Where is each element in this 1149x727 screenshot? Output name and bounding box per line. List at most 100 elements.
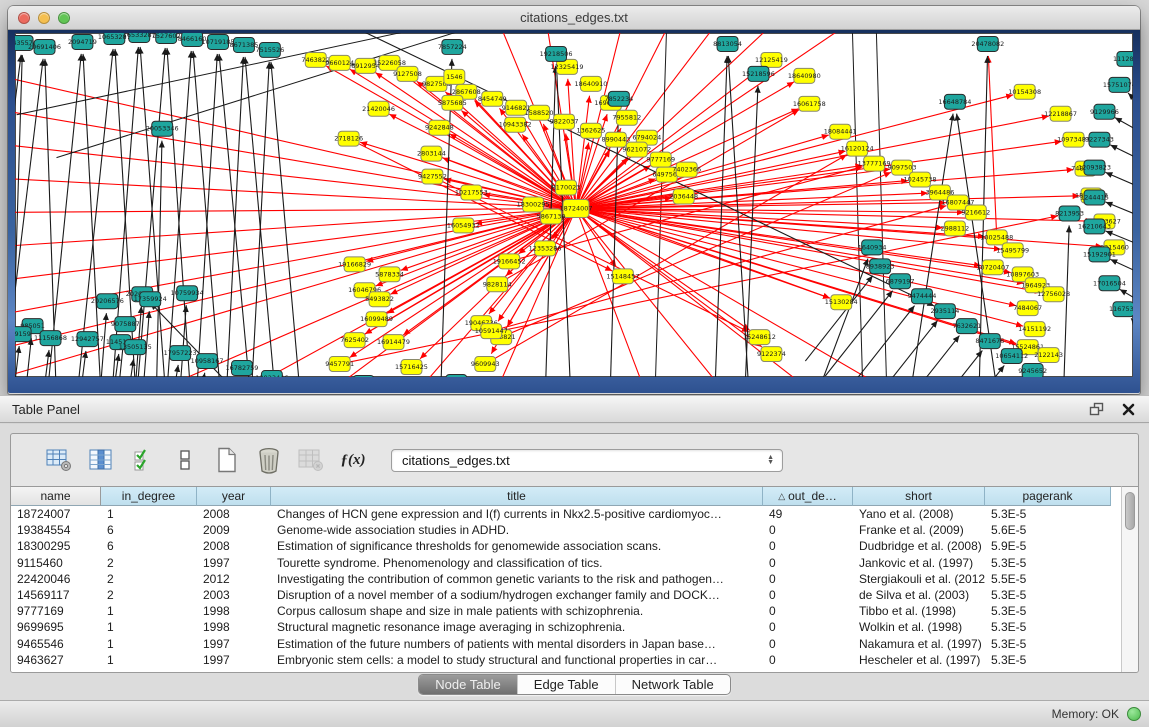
graph-node-selected[interactable]: 10154308: [1008, 84, 1041, 99]
graph-node-selected[interactable]: 9822037: [550, 114, 579, 129]
graph-node-selected[interactable]: 9127508: [393, 66, 422, 81]
graph-node-selected[interactable]: 12218867: [1044, 106, 1077, 121]
graph-node-unselected[interactable]: 8671385: [230, 37, 259, 52]
table-vertical-scrollbar[interactable]: [1121, 486, 1138, 672]
graph-node-selected[interactable]: 9777169: [646, 152, 675, 167]
graph-node-selected[interactable]: 2122143: [1034, 348, 1063, 363]
graph-node-unselected[interactable]: 20053346: [146, 121, 179, 136]
graph-node-unselected[interactable]: 8213953: [1055, 206, 1084, 221]
graph-node-unselected[interactable]: 15751074: [1103, 77, 1133, 92]
graph-node-unselected[interactable]: 7852234: [604, 91, 633, 106]
unselect-rows-button[interactable]: [171, 446, 199, 474]
graph-node-selected[interactable]: 7625402: [340, 333, 369, 348]
show-column-button[interactable]: [87, 446, 115, 474]
tab-network-table[interactable]: Network Table: [616, 675, 730, 694]
graph-node-selected[interactable]: 5493822: [365, 292, 394, 307]
graph-node-selected[interactable]: 9122374: [757, 347, 786, 362]
table-row[interactable]: 911546021997Tourette syndrome. Phenomeno…: [11, 555, 1121, 571]
graph-node-selected[interactable]: 18640980: [788, 68, 821, 83]
new-table-button[interactable]: [213, 446, 241, 474]
graph-node-selected[interactable]: 9427552: [418, 169, 447, 184]
table-row[interactable]: 977716911998Corpus callosum shape and si…: [11, 603, 1121, 619]
graph-node-unselected[interactable]: 39159: [15, 327, 31, 342]
table-row[interactable]: 1872400712008Changes of HCN gene express…: [11, 506, 1121, 522]
column-header-year[interactable]: year: [197, 487, 271, 506]
column-header-out_degree[interactable]: △out_de…: [763, 487, 853, 506]
graph-node-selected[interactable]: 12125419: [755, 52, 788, 67]
graph-node-selected[interactable]: 9216612: [961, 205, 990, 220]
scrollbar-thumb[interactable]: [1125, 492, 1135, 530]
table-row[interactable]: 969969511998Structural magnetic resonanc…: [11, 619, 1121, 635]
graph-node-unselected[interactable]: 8813054: [713, 36, 742, 51]
graph-node-unselected[interactable]: 2935114: [931, 304, 960, 319]
graph-node-selected[interactable]: 2988112: [940, 221, 969, 236]
table-row[interactable]: 946362711997Embryonic stem cells: a mode…: [11, 652, 1121, 668]
graph-node-selected[interactable]: 8170023: [552, 180, 581, 195]
graph-node-selected[interactable]: 2803144: [417, 146, 446, 161]
graph-node-unselected[interactable]: 9129966: [1090, 104, 1119, 119]
graph-node-selected[interactable]: 2036448: [669, 189, 698, 204]
tab-node-table[interactable]: Node Table: [419, 675, 518, 694]
graph-node-selected[interactable]: 9242848: [425, 120, 454, 135]
graph-node-unselected[interactable]: 20478082: [971, 36, 1004, 51]
graph-node-unselected[interactable]: 9487771: [442, 375, 471, 377]
function-builder-button[interactable]: ƒ(x): [339, 446, 367, 474]
graph-node-unselected[interactable]: 8938923: [866, 259, 895, 274]
graph-node-selected[interactable]: 15130284: [825, 295, 858, 310]
graph-node-unselected[interactable]: 10759934: [171, 286, 204, 301]
graph-node-selected[interactable]: 7402366: [672, 162, 701, 177]
table-row[interactable]: 2242004622012Investigating the contribut…: [11, 571, 1121, 587]
graph-node-selected[interactable]: 2718126: [334, 131, 363, 146]
graph-node-selected[interactable]: 16054932: [447, 218, 480, 233]
column-header-title[interactable]: title: [271, 487, 763, 506]
network-canvas[interactable]: 1872400774638229660124891295415226058912…: [15, 33, 1133, 377]
window-titlebar[interactable]: citations_edges.txt: [8, 6, 1140, 30]
network-canvas-svg[interactable]: 1872400774638229660124891295415226058912…: [15, 33, 1133, 377]
graph-node-unselected[interactable]: 12942757: [71, 332, 104, 347]
graph-node-selected[interactable]: 18640910: [574, 76, 607, 91]
close-panel-icon[interactable]: [1117, 400, 1139, 418]
graph-node-selected[interactable]: 9660124: [325, 55, 354, 70]
graph-node-selected[interactable]: 16120124: [841, 141, 874, 156]
table-row[interactable]: 1938455462009Genome-wide association stu…: [11, 522, 1121, 538]
delete-trash-button[interactable]: [255, 446, 283, 474]
table-row[interactable]: 1456911722003Disruption of a novel membe…: [11, 587, 1121, 603]
graph-node-selected[interactable]: 14151192: [1018, 322, 1051, 337]
table-row[interactable]: 946554611997Estimation of the future num…: [11, 636, 1121, 652]
column-header-pagerank[interactable]: pagerank: [985, 487, 1111, 506]
graph-node-selected[interactable]: 9609943: [471, 357, 500, 372]
table-row[interactable]: 1830029562008Estimation of significance …: [11, 538, 1121, 554]
table-source-select[interactable]: citations_edges.txt ▲▼: [391, 449, 783, 472]
select-all-button[interactable]: [129, 446, 157, 474]
graph-node-unselected[interactable]: 1527602: [152, 33, 181, 43]
graph-node-selected[interactable]: 1546: [444, 69, 465, 84]
graph-node-unselected[interactable]: 6879197: [886, 274, 915, 289]
graph-node-unselected[interactable]: 12923446: [255, 371, 288, 377]
graph-node-unselected[interactable]: 1167533: [1109, 302, 1133, 317]
graph-node-selected[interactable]: 7955812: [612, 110, 641, 125]
float-panel-icon[interactable]: [1085, 400, 1107, 418]
graph-node-selected[interactable]: 7484067: [1013, 301, 1042, 316]
graph-node-selected[interactable]: 5875685: [438, 95, 467, 110]
graph-node-selected[interactable]: 15716425: [395, 360, 428, 375]
graph-node-selected[interactable]: 5878334: [375, 267, 404, 282]
graph-node-unselected[interactable]: 9227343: [1085, 132, 1114, 147]
graph-node-selected[interactable]: 9828114: [483, 277, 512, 292]
column-settings-button[interactable]: [45, 446, 73, 474]
graph-node-unselected[interactable]: 9075887: [111, 317, 140, 332]
column-header-short[interactable]: short: [853, 487, 985, 506]
graph-node-selected[interactable]: 9146821: [502, 100, 531, 115]
graph-node-selected[interactable]: 10720407: [976, 260, 1009, 275]
tab-edge-table[interactable]: Edge Table: [518, 675, 616, 694]
graph-node-unselected[interactable]: 7515526: [255, 42, 284, 57]
graph-node-selected[interactable]: 16914479: [377, 335, 410, 350]
graph-node-unselected[interactable]: 16533287: [123, 33, 156, 42]
graph-node-unselected[interactable]: 7857224: [438, 39, 467, 54]
graph-node-unselected[interactable]: 17016504: [1093, 276, 1126, 291]
graph-node-unselected[interactable]: 2094719: [68, 34, 97, 49]
graph-node-unselected[interactable]: 9245652: [1018, 364, 1047, 377]
graph-node-unselected[interactable]: 1640934: [858, 240, 887, 255]
column-header-in_degree[interactable]: in_degree: [101, 487, 197, 506]
graph-node-unselected[interactable]: 12023948: [347, 376, 380, 377]
graph-node-unselected[interactable]: 1112843: [1113, 51, 1133, 66]
